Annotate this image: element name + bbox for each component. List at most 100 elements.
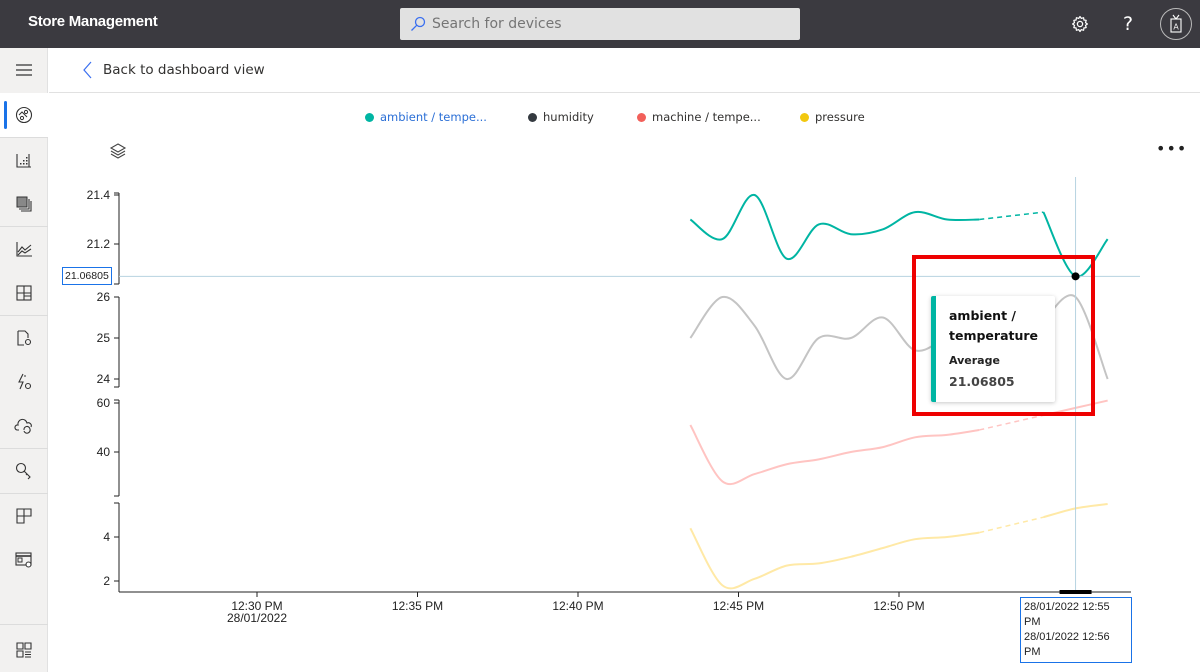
legend-item-humidity[interactable]: humidity	[528, 110, 594, 124]
data-point[interactable]	[848, 335, 854, 341]
data-point[interactable]	[784, 461, 790, 467]
data-point[interactable]	[687, 422, 693, 428]
series-line-2-segment-a	[689, 424, 980, 486]
data-point[interactable]	[976, 427, 982, 433]
sidebar-divider	[0, 624, 48, 625]
data-point[interactable]	[880, 545, 886, 551]
data-point[interactable]	[944, 217, 950, 223]
data-point[interactable]	[784, 256, 790, 262]
account-button[interactable]: A	[1160, 8, 1192, 40]
data-point[interactable]	[752, 323, 758, 329]
data-point[interactable]	[719, 294, 725, 300]
y-tick-label: 4	[103, 530, 110, 544]
tooltip-value: 21.06805	[949, 374, 1015, 389]
data-point[interactable]	[1040, 412, 1046, 418]
data-point[interactable]	[912, 209, 918, 215]
more-options-button[interactable]: •••	[1156, 141, 1186, 160]
layers-icon	[109, 143, 127, 159]
sidebar-item-device-templates[interactable]	[0, 360, 48, 404]
sidebar-item-app-gallery[interactable]	[0, 628, 48, 672]
data-point[interactable]	[752, 192, 758, 198]
data-point[interactable]	[880, 444, 886, 450]
data-point[interactable]	[1105, 398, 1111, 404]
data-point[interactable]	[719, 582, 725, 588]
data-point[interactable]	[880, 226, 886, 232]
data-point[interactable]	[816, 560, 822, 566]
data-point[interactable]	[1073, 405, 1079, 411]
back-to-dashboard-link[interactable]: Back to dashboard view	[83, 61, 265, 79]
sidebar-item-administration[interactable]	[0, 538, 48, 582]
device-groups-icon	[16, 196, 32, 212]
search-input[interactable]	[432, 8, 792, 40]
series-line-2-gap	[979, 414, 1044, 431]
data-point[interactable]	[1040, 209, 1046, 215]
series-line-0-segment-b	[1042, 211, 1109, 278]
data-point[interactable]	[1073, 273, 1079, 279]
data-point[interactable]	[784, 376, 790, 382]
layers-button[interactable]	[108, 141, 128, 161]
data-point[interactable]	[944, 534, 950, 540]
legend-item-machine-temperature[interactable]: machine / tempe...	[637, 110, 761, 124]
legend-item-pressure[interactable]: pressure	[800, 110, 865, 124]
data-point[interactable]	[976, 530, 982, 536]
data-point[interactable]	[848, 554, 854, 560]
search-box[interactable]	[400, 8, 800, 40]
sidebar-item-jobs[interactable]	[0, 316, 48, 360]
admin-icon	[15, 552, 32, 568]
data-point[interactable]	[1073, 505, 1079, 511]
data-point[interactable]	[752, 576, 758, 582]
data-point[interactable]	[880, 315, 886, 321]
data-point[interactable]	[1105, 236, 1111, 242]
data-point[interactable]	[912, 434, 918, 440]
legend-item-ambient-temperature[interactable]: ambient / tempe...	[365, 110, 487, 124]
legend-dot	[637, 112, 646, 122]
data-point[interactable]	[784, 563, 790, 569]
legend-label: machine / tempe...	[652, 110, 761, 124]
devices-icon	[16, 154, 31, 168]
y-tick-label: 26	[97, 290, 111, 304]
data-point[interactable]	[848, 449, 854, 455]
data-point[interactable]	[1105, 376, 1111, 382]
sidebar-item-menu[interactable]	[0, 48, 48, 92]
data-point[interactable]	[1105, 501, 1111, 507]
sidebar-item-data-export[interactable]	[0, 404, 48, 448]
data-point[interactable]	[912, 536, 918, 542]
data-point[interactable]	[944, 432, 950, 438]
y-tick-label: 2	[103, 574, 110, 588]
data-point[interactable]	[719, 236, 725, 242]
data-point[interactable]	[687, 525, 693, 531]
help-button[interactable]: ?	[1116, 12, 1140, 36]
data-point[interactable]	[1073, 294, 1079, 300]
app-title[interactable]: Store Management	[28, 13, 158, 30]
analytics-icon	[16, 242, 32, 257]
series-line-3-gap	[979, 516, 1044, 534]
sidebar-item-device-groups[interactable]	[0, 182, 48, 226]
sidebar-item-customization[interactable]	[0, 494, 48, 538]
legend-label: pressure	[815, 110, 865, 124]
sidebar-item-devices[interactable]	[0, 138, 48, 182]
series-line-0-segment-a	[689, 194, 980, 260]
data-point[interactable]	[719, 478, 725, 484]
data-point[interactable]	[816, 456, 822, 462]
data-point[interactable]	[687, 335, 693, 341]
data-point[interactable]	[816, 221, 822, 227]
y-tick-label: 24	[97, 372, 111, 386]
data-point[interactable]	[816, 335, 822, 341]
legend-dot	[528, 112, 537, 122]
data-point[interactable]	[848, 231, 854, 237]
legend-dot	[800, 112, 809, 122]
chart-legend: ambient / tempe... humidity machine / te…	[0, 110, 1200, 128]
sidebar-item-analytics[interactable]	[0, 227, 48, 271]
y-tick-label: 40	[97, 445, 111, 459]
y-tick-label: 25	[97, 331, 111, 345]
data-point[interactable]	[976, 217, 982, 223]
data-point[interactable]	[752, 471, 758, 477]
sidebar-item-permissions[interactable]	[0, 449, 48, 493]
data-point[interactable]	[912, 347, 918, 353]
settings-button[interactable]	[1068, 12, 1092, 36]
data-point[interactable]	[1040, 514, 1046, 520]
data-point[interactable]	[687, 217, 693, 223]
sidebar-nav	[0, 48, 48, 672]
sidebar-item-rules[interactable]	[0, 271, 48, 315]
tooltip-title-line: ambient /	[949, 308, 1016, 323]
